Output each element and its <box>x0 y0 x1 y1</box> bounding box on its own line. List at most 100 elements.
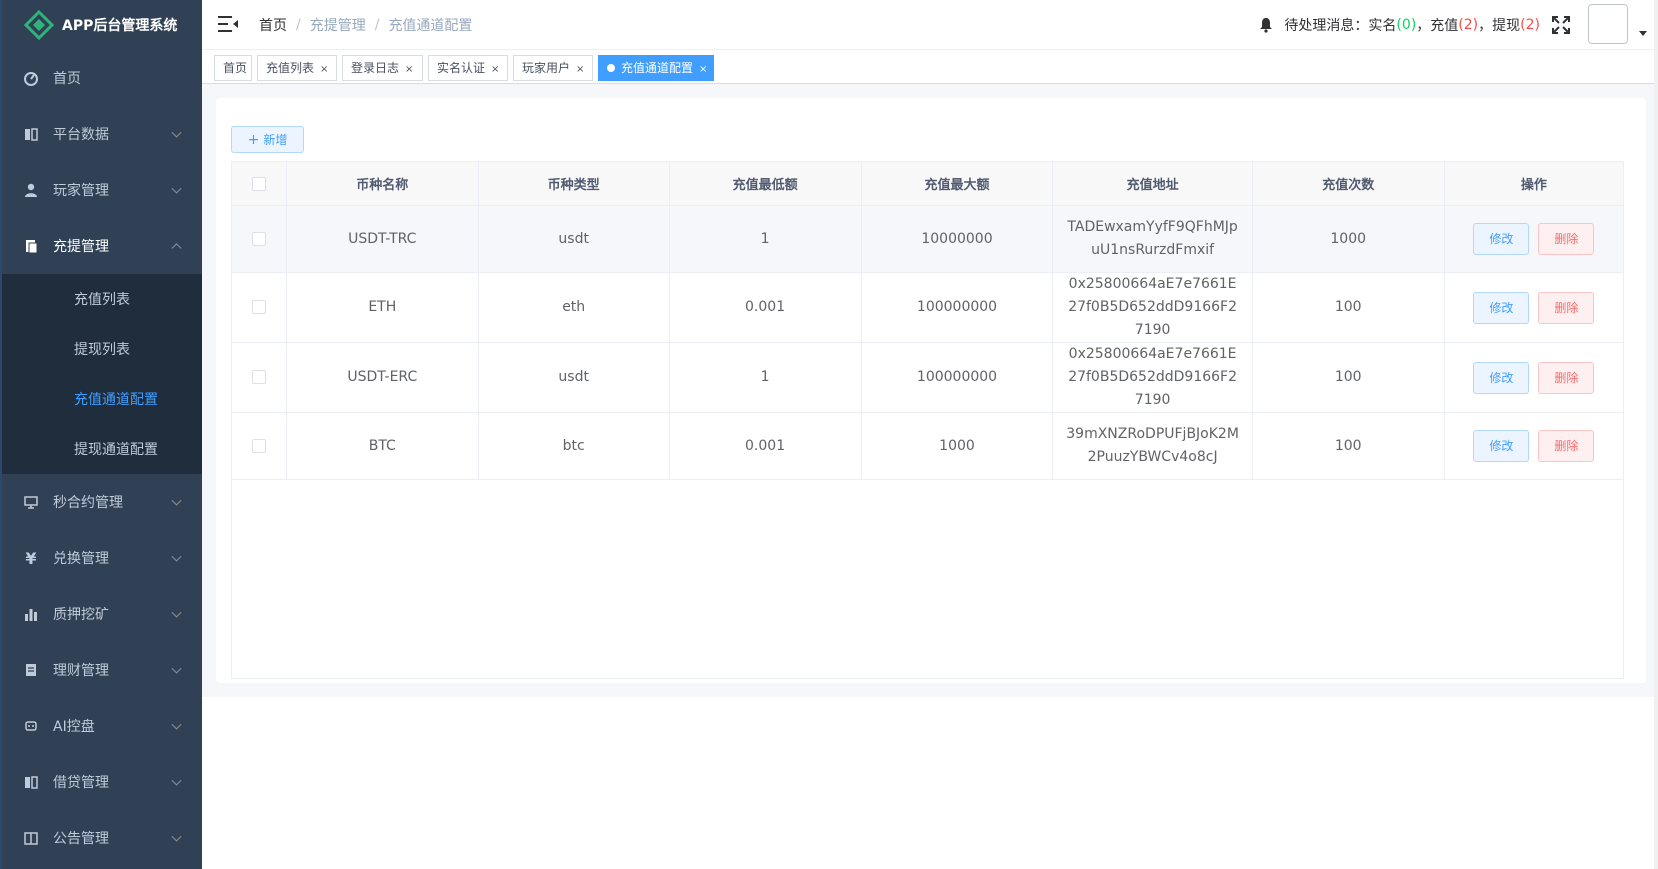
sidebar-item-label: 秒合约管理 <box>53 495 123 511</box>
breadcrumb-home[interactable]: 首页 <box>259 15 287 35</box>
edit-button[interactable]: 修改 <box>1473 430 1530 462</box>
col-count: 充值次数 <box>1251 161 1445 206</box>
sidebar-item-6[interactable]: 质押挖矿 <box>2 586 202 642</box>
submenu-item-3[interactable]: 提现通道配置 <box>2 424 202 474</box>
row-checkbox[interactable] <box>251 231 266 246</box>
delete-button[interactable]: 删除 <box>1538 361 1595 394</box>
tag-2[interactable]: 登录日志 × <box>342 55 423 81</box>
avatar[interactable] <box>1588 4 1628 44</box>
select-all-checkbox[interactable] <box>251 176 266 191</box>
hamburger-icon[interactable] <box>218 15 238 33</box>
submenu-item-1[interactable]: 提现列表 <box>2 324 202 374</box>
edit-button[interactable]: 修改 <box>1473 223 1530 255</box>
sidebar-item-1[interactable]: 平台数据 <box>2 106 202 162</box>
breadcrumb-separator: / <box>296 17 301 33</box>
chevron-down-icon <box>171 663 182 674</box>
sidebar-item-9[interactable]: 借贷管理 <box>2 754 202 810</box>
cell-coin-name: BTC <box>285 412 479 480</box>
submenu-item-2[interactable]: 充值通道配置 <box>2 374 202 424</box>
delete-button[interactable]: 删除 <box>1538 291 1595 324</box>
cell-count: 1000 <box>1251 205 1445 273</box>
row-select-cell <box>231 342 287 413</box>
row-checkbox[interactable] <box>251 370 266 384</box>
sidebar-item-label: 充提管理 <box>53 239 109 255</box>
close-icon[interactable]: × <box>576 64 584 75</box>
notice-comma: ， <box>1478 18 1493 34</box>
sidebar-item-5[interactable]: ¥ 兑换管理 <box>2 530 202 586</box>
cell-min-amount: 1 <box>668 205 862 273</box>
bar-chart-icon <box>22 605 40 623</box>
notebook-icon <box>22 829 40 847</box>
cell-count: 100 <box>1251 412 1445 480</box>
main-content: + 新增 币种名称 币种类型 充值最低额 充值最大额 充值地址 充值次数 操作 <box>202 85 1658 869</box>
table-body: USDT-TRC usdt 1 10000000 TADEwxamYyfF9QFhMJp… <box>231 205 1625 480</box>
sidebar-item-7[interactable]: 理财管理 <box>2 642 202 698</box>
sidebar-item-2[interactable]: 玩家管理 <box>2 162 202 218</box>
sidebar-item-label: 兑换管理 <box>53 551 109 567</box>
edit-button[interactable]: 修改 <box>1473 361 1530 394</box>
row-actions: 修改 删除 <box>1443 272 1625 343</box>
row-checkbox[interactable] <box>251 438 266 453</box>
close-icon[interactable]: × <box>320 64 328 75</box>
cell-min-amount: 0.001 <box>668 272 862 343</box>
sidebar-item-4[interactable]: 秒合约管理 <box>2 474 202 530</box>
close-icon[interactable]: × <box>405 64 413 75</box>
book-icon <box>22 773 40 791</box>
tag-5[interactable]: 充值通道配置 × <box>598 55 714 81</box>
sidebar-item-10[interactable]: 公告管理 <box>2 810 202 866</box>
plus-icon: + <box>247 131 260 148</box>
tag-4[interactable]: 玩家用户 × <box>513 55 593 81</box>
notice-withdraw-paren-close: ) <box>1534 17 1540 33</box>
row-actions: 修改 删除 <box>1443 342 1625 413</box>
tag-1[interactable]: 充值列表 × <box>257 55 337 81</box>
notice-prefix: 待处理消息：实名 <box>1284 18 1397 34</box>
cell-coin-type: usdt <box>477 205 670 273</box>
col-actions: 操作 <box>1443 161 1625 206</box>
sidebar-item-0[interactable]: 首页 <box>2 50 202 106</box>
sidebar-item-8[interactable]: AI控盘 <box>2 698 202 754</box>
caret-down-icon[interactable] <box>1639 31 1647 36</box>
tag-0[interactable]: 首页 <box>214 55 252 81</box>
user-icon <box>22 181 40 199</box>
edit-button[interactable]: 修改 <box>1473 291 1530 324</box>
book-icon <box>22 125 40 143</box>
sidebar-item-label: 借贷管理 <box>53 775 109 791</box>
pending-notice[interactable]: 待处理消息：实名 ( 0 ) ， 充值 ( 2 ) ， 提现 ( 2 ) <box>1258 0 1540 50</box>
close-icon[interactable]: × <box>491 64 499 75</box>
robot-icon <box>22 717 40 735</box>
table-row: USDT-TRC usdt 1 10000000 TADEwxamYyfF9QFhMJp… <box>231 205 1625 273</box>
add-button[interactable]: + 新增 <box>231 126 304 153</box>
sidebar-item-3[interactable]: 充提管理 <box>2 218 202 274</box>
app-logo[interactable]: APP后台管理系统 <box>2 0 202 50</box>
channel-table: 币种名称 币种类型 充值最低额 充值最大额 充值地址 充值次数 操作 USDT-… <box>231 161 1625 480</box>
chevron-down-icon <box>171 607 182 618</box>
cell-coin-type: usdt <box>477 342 670 413</box>
row-actions: 修改 删除 <box>1443 205 1625 273</box>
cell-max-amount: 100000000 <box>860 272 1054 343</box>
select-all-cell <box>231 161 287 206</box>
page-scrollbar[interactable] <box>1654 0 1658 869</box>
notice-withdraw-count: 2 <box>1525 17 1535 33</box>
sidebar: APP后台管理系统 首页平台数据 玩家管理充提管理充值列表 提现列表 充值通道配置 提现… <box>0 0 202 869</box>
delete-button[interactable]: 删除 <box>1538 430 1595 462</box>
sidebar-item-label: 首页 <box>53 71 81 87</box>
sidebar-item-label: 质押挖矿 <box>53 607 109 623</box>
tag-label: 首页 <box>223 61 248 75</box>
submenu: 充值列表 提现列表 充值通道配置 提现通道配置 <box>2 274 202 474</box>
cell-coin-name: ETH <box>285 272 479 343</box>
cell-max-amount: 1000 <box>860 412 1054 480</box>
table-row: BTC btc 0.001 1000 39mXNZRoDPUFjBJoK2M2PuuzY… <box>231 412 1625 480</box>
chevron-down-icon <box>171 127 182 138</box>
delete-button[interactable]: 删除 <box>1538 223 1595 255</box>
notice-withdraw-label: 提现 <box>1492 18 1521 34</box>
tag-3[interactable]: 实名认证 × <box>428 55 508 81</box>
submenu-item-0[interactable]: 充值列表 <box>2 274 202 324</box>
content-card: + 新增 币种名称 币种类型 充值最低额 充值最大额 充值地址 充值次数 操作 <box>216 98 1646 683</box>
add-button-label: 新增 <box>263 133 288 147</box>
cell-address: 0x25800664aE7e7661E27f0B5D652ddD9166F271… <box>1052 342 1253 413</box>
fullscreen-icon[interactable] <box>1552 16 1570 34</box>
row-checkbox[interactable] <box>251 300 266 314</box>
row-actions: 修改 删除 <box>1443 412 1625 480</box>
close-icon[interactable]: × <box>699 64 707 75</box>
cell-coin-type: btc <box>477 412 670 480</box>
